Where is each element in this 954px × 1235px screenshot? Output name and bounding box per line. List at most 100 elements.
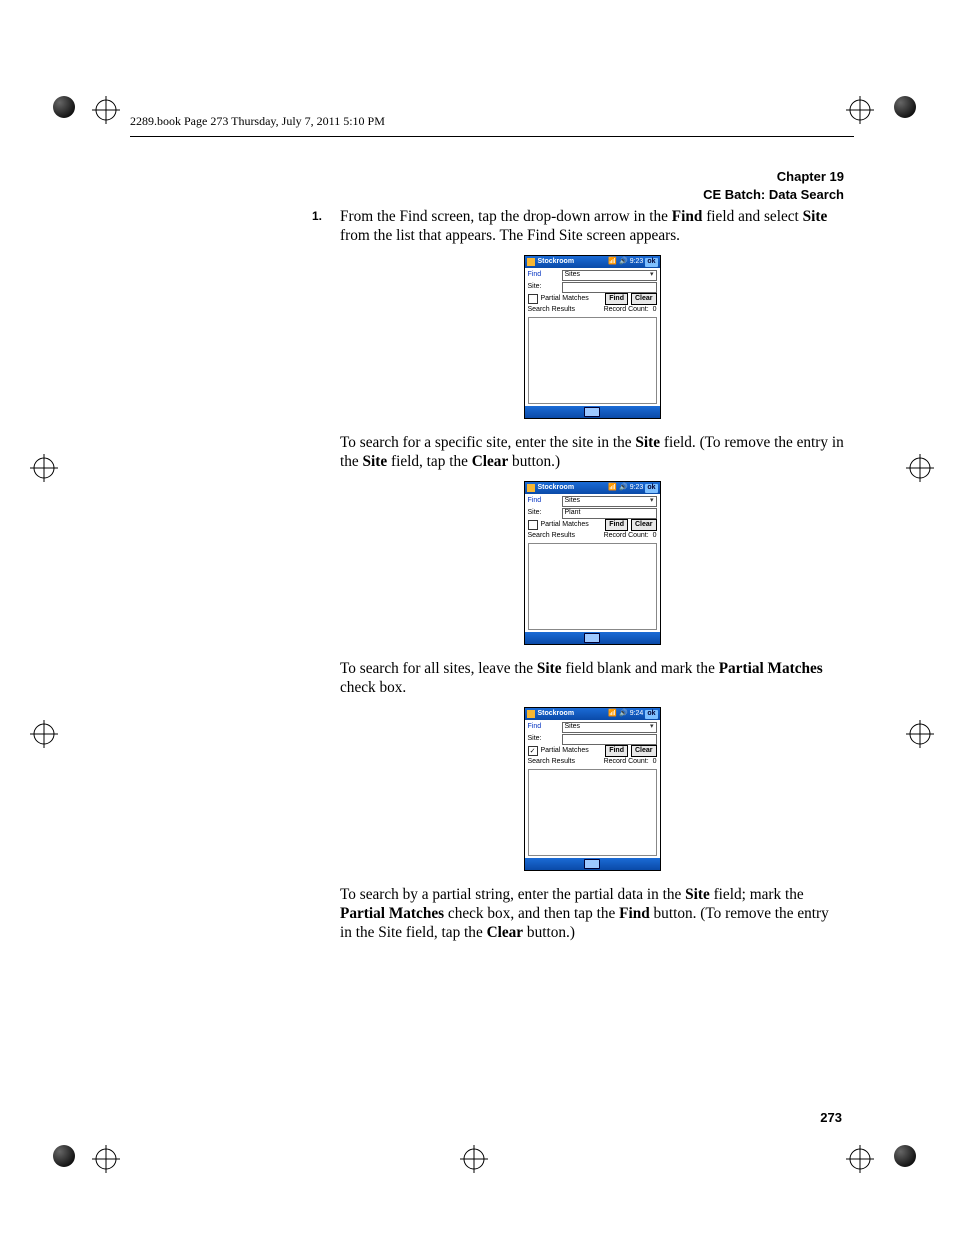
crop-mark-icon [906, 454, 934, 482]
chapter-number: Chapter 19 [703, 168, 844, 186]
screenshot-find-site-plant: Stockroom 📶 🔊 9:23 ok Find Sites ▾ Site:… [524, 481, 661, 645]
page-content: 1. From the Find screen, tap the drop-do… [340, 207, 844, 952]
search-results-label: Search Results [528, 532, 575, 541]
instruction-paragraph-3: To search for all sites, leave the Site … [340, 659, 844, 697]
crop-mark-icon [30, 454, 58, 482]
pda-titlebar: Stockroom 📶 🔊 9:24 ok [525, 708, 660, 720]
results-panel [528, 769, 657, 856]
results-panel [528, 543, 657, 630]
search-results-label: Search Results [528, 758, 575, 767]
page-number: 273 [820, 1110, 842, 1125]
pda-titlebar: Stockroom 📶 🔊 9:23 ok [525, 256, 660, 268]
partial-matches-label: Partial Matches [541, 521, 589, 530]
speaker-icon: 🔊 [619, 710, 628, 719]
checkmark-icon: ✓ [530, 748, 536, 755]
pda-bottombar [525, 858, 660, 870]
signal-icon: 📶 [608, 484, 617, 493]
site-label: Site: [528, 283, 562, 292]
chevron-down-icon: ▾ [650, 497, 654, 506]
pda-title: Stockroom [538, 484, 575, 493]
find-label: Find [528, 723, 562, 732]
instruction-paragraph-2: To search for a specific site, enter the… [340, 433, 844, 471]
header-text: 2289.book Page 273 Thursday, July 7, 201… [130, 114, 385, 128]
crop-mark-icon [906, 720, 934, 748]
app-icon [527, 258, 535, 266]
site-label: Site: [528, 509, 562, 518]
pda-title: Stockroom [538, 258, 575, 267]
pda-status-icons: 📶 🔊 9:23 ok [608, 258, 657, 267]
pda-bottombar [525, 632, 660, 644]
screenshot-find-site-partial: Stockroom 📶 🔊 9:24 ok Find Sites ▾ Site: [524, 707, 661, 871]
signal-icon: 📶 [608, 710, 617, 719]
keyboard-icon[interactable] [584, 407, 600, 417]
find-dropdown[interactable]: Sites ▾ [562, 270, 657, 281]
find-button[interactable]: Find [605, 519, 628, 531]
record-count-label: Record Count: [604, 758, 649, 765]
instruction-paragraph-1: From the Find screen, tap the drop-down … [340, 207, 844, 245]
clock: 9:23 [630, 258, 644, 267]
chevron-down-icon: ▾ [650, 271, 654, 280]
record-count-value: 0 [653, 532, 657, 539]
ok-button[interactable]: ok [645, 258, 657, 267]
step-number: 1. [312, 209, 322, 224]
chapter-header: Chapter 19 CE Batch: Data Search [703, 168, 844, 203]
search-results-label: Search Results [528, 306, 575, 315]
results-panel [528, 317, 657, 404]
registration-dot [53, 96, 75, 118]
speaker-icon: 🔊 [619, 484, 628, 493]
chevron-down-icon: ▾ [650, 723, 654, 732]
site-input[interactable] [562, 282, 657, 293]
partial-matches-label: Partial Matches [541, 747, 589, 756]
running-header: 2289.book Page 273 Thursday, July 7, 201… [130, 114, 854, 133]
chapter-title: CE Batch: Data Search [703, 186, 844, 204]
clear-button[interactable]: Clear [631, 519, 657, 531]
speaker-icon: 🔊 [619, 258, 628, 267]
clear-button[interactable]: Clear [631, 745, 657, 757]
record-count-value: 0 [653, 758, 657, 765]
ok-button[interactable]: ok [645, 710, 657, 719]
partial-matches-checkbox[interactable]: ✓ [528, 746, 538, 756]
pda-status-icons: 📶 🔊 9:24 ok [608, 710, 657, 719]
pda-status-icons: 📶 🔊 9:23 ok [608, 484, 657, 493]
site-input[interactable] [562, 734, 657, 745]
record-count-label: Record Count: [604, 532, 649, 539]
find-button[interactable]: Find [605, 293, 628, 305]
app-icon [527, 484, 535, 492]
signal-icon: 📶 [608, 258, 617, 267]
find-dropdown-value: Sites [565, 271, 581, 280]
record-count-value: 0 [653, 306, 657, 313]
partial-matches-checkbox[interactable] [528, 294, 538, 304]
instruction-paragraph-4: To search by a partial string, enter the… [340, 885, 844, 942]
screenshot-find-site-empty: Stockroom 📶 🔊 9:23 ok Find Sites ▾ Site: [524, 255, 661, 419]
crop-mark-icon [92, 1145, 120, 1173]
pda-titlebar: Stockroom 📶 🔊 9:23 ok [525, 482, 660, 494]
find-dropdown[interactable]: Sites ▾ [562, 496, 657, 507]
app-icon [527, 710, 535, 718]
ok-button[interactable]: ok [645, 484, 657, 493]
clock: 9:24 [630, 710, 644, 719]
find-dropdown[interactable]: Sites ▾ [562, 722, 657, 733]
keyboard-icon[interactable] [584, 859, 600, 869]
registration-dot [894, 1145, 916, 1167]
registration-dot [53, 1145, 75, 1167]
keyboard-icon[interactable] [584, 633, 600, 643]
find-dropdown-value: Sites [565, 497, 581, 506]
pda-title: Stockroom [538, 710, 575, 719]
pda-bottombar [525, 406, 660, 418]
record-count-label: Record Count: [604, 306, 649, 313]
crop-mark-icon [846, 1145, 874, 1173]
partial-matches-checkbox[interactable] [528, 520, 538, 530]
site-label: Site: [528, 735, 562, 744]
find-label: Find [528, 497, 562, 506]
crop-mark-icon [460, 1145, 488, 1173]
site-input[interactable]: Plant [562, 508, 657, 519]
find-label: Find [528, 271, 562, 280]
crop-mark-icon [30, 720, 58, 748]
clock: 9:23 [630, 484, 644, 493]
registration-dot [894, 96, 916, 118]
find-button[interactable]: Find [605, 745, 628, 757]
partial-matches-label: Partial Matches [541, 295, 589, 304]
crop-mark-icon [92, 96, 120, 124]
find-dropdown-value: Sites [565, 723, 581, 732]
clear-button[interactable]: Clear [631, 293, 657, 305]
